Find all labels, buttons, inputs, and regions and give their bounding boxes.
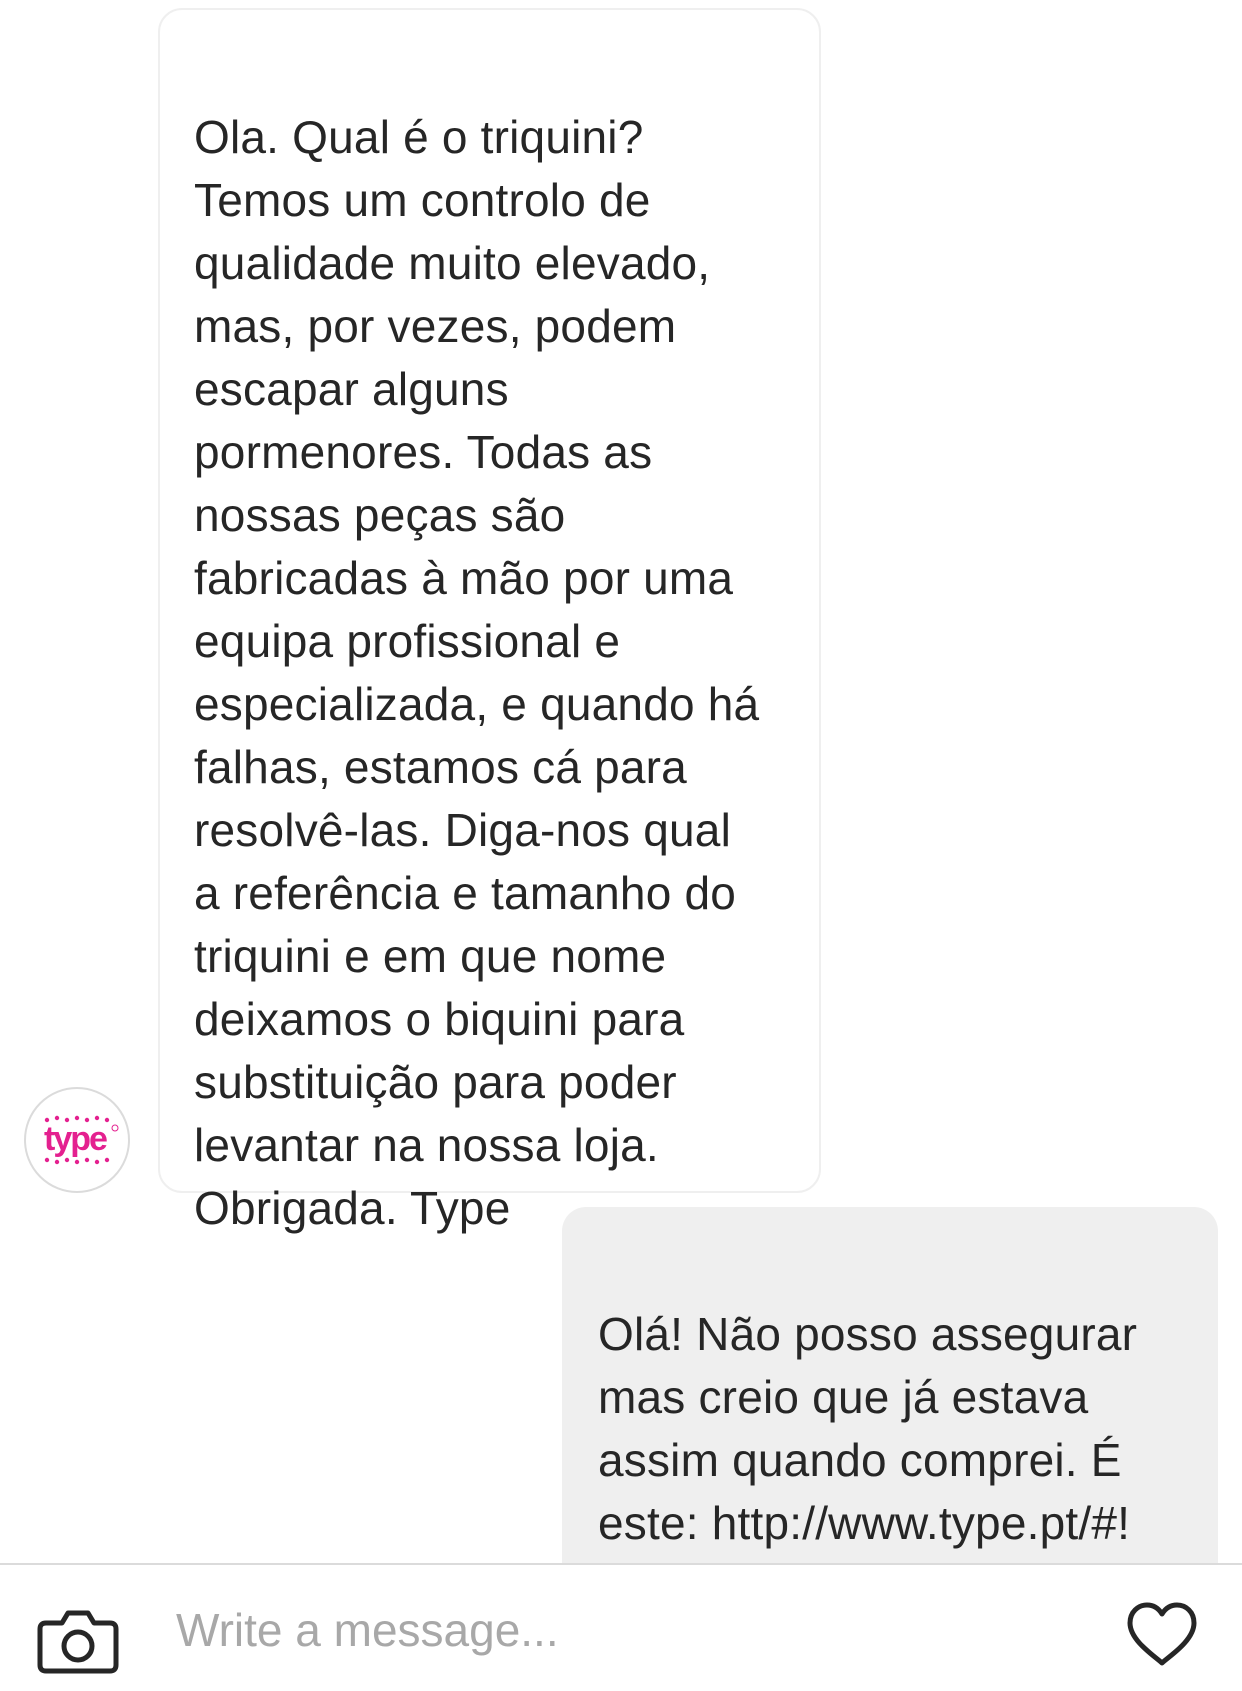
camera-icon [37,1610,119,1674]
message-thread[interactable]: Ola. Qual é o triquini? Temos um control… [0,0,1242,1563]
type-logo: type [44,1115,119,1165]
heart-icon [1127,1602,1197,1666]
incoming-message-text: Ola. Qual é o triquini? Temos um control… [194,111,760,1234]
outgoing-message-text: Olá! Não posso assegurar mas creio que j… [598,1308,1138,1563]
message-composer [0,1563,1242,1691]
sender-avatar[interactable]: type [24,1087,130,1193]
svg-text:type: type [44,1120,107,1158]
camera-button[interactable] [36,1605,120,1675]
outgoing-message-bubble: Olá! Não posso assegurar mas creio que j… [562,1207,1218,1563]
like-button[interactable] [1126,1601,1198,1669]
message-input[interactable] [176,1585,1096,1675]
incoming-message-bubble: Ola. Qual é o triquini? Temos um control… [158,8,821,1234]
